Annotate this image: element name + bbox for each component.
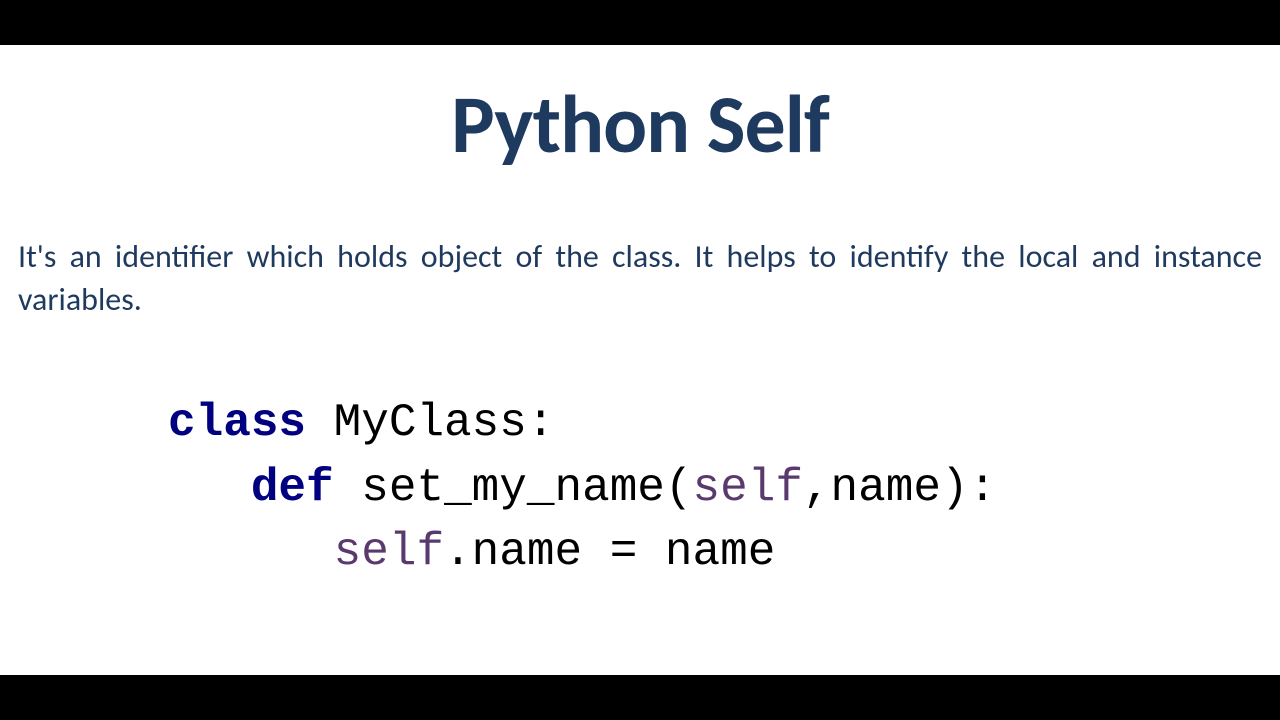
params-rest: ,name):	[803, 462, 996, 514]
code-line-3: self.name = name	[168, 520, 1262, 584]
class-keyword: class	[168, 397, 306, 449]
slide-content: Python Self It's an identifier which hol…	[0, 45, 1280, 675]
code-example: class MyClass: def set_my_name(self,name…	[18, 391, 1262, 584]
self-ref: self	[334, 526, 444, 578]
def-keyword: def	[251, 462, 334, 514]
class-name: MyClass:	[306, 397, 554, 449]
top-black-bar	[0, 0, 1280, 45]
code-line-1: class MyClass:	[168, 391, 1262, 455]
method-name: set_my_name(	[334, 462, 693, 514]
slide-description: It's an identifier which holds object of…	[18, 235, 1262, 321]
slide-title: Python Self	[18, 75, 1262, 175]
code-line-2: def set_my_name(self,name):	[168, 456, 1262, 520]
self-param: self	[693, 462, 803, 514]
assignment: .name = name	[444, 526, 775, 578]
bottom-black-bar	[0, 675, 1280, 720]
